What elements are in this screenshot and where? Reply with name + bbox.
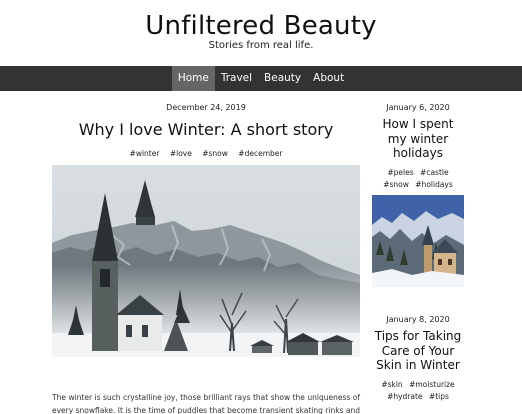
- nav-item-home[interactable]: Home: [171, 66, 215, 91]
- sidebar-post-title[interactable]: Tips for Taking Care of Your Skin in Win…: [372, 329, 464, 373]
- nav-item-about[interactable]: About: [307, 66, 350, 91]
- sidebar-post-date: January 8, 2020: [386, 315, 450, 324]
- sidebar-tag[interactable]: #snow: [383, 179, 409, 191]
- sidebar-tag[interactable]: #hydrate: [387, 391, 422, 403]
- sidebar-post-tags: #peles #castle #snow #holidays: [372, 167, 464, 191]
- post-title[interactable]: Why I love Winter: A short story: [52, 120, 360, 139]
- sidebar-tag[interactable]: #skin: [381, 379, 402, 391]
- site-tagline: Stories from real life.: [208, 40, 314, 51]
- castle-thumbnail[interactable]: [372, 194, 464, 287]
- post-excerpt: The winter is such crystalline joy, thos…: [52, 393, 360, 414]
- main-navbar: Home Travel Beauty About: [0, 66, 522, 91]
- sidebar: January 6, 2020 How I spent my winter ho…: [372, 91, 464, 414]
- nav-item-travel[interactable]: Travel: [215, 66, 258, 91]
- sidebar-tag[interactable]: #moisturize: [409, 379, 455, 391]
- post-tag[interactable]: #winter: [130, 149, 160, 158]
- winter-church-illustration: [52, 165, 360, 357]
- sidebar-post-holidays: January 6, 2020 How I spent my winter ho…: [372, 103, 464, 287]
- sidebar-tag[interactable]: #castle: [420, 167, 449, 179]
- sidebar-tag[interactable]: #tips: [429, 391, 449, 403]
- sidebar-post-skin: January 8, 2020 Tips for Taking Care of …: [372, 315, 464, 403]
- main-post: December 24, 2019 Why I love Winter: A s…: [52, 91, 360, 414]
- castle-illustration: [372, 194, 464, 287]
- sidebar-post-date: January 6, 2020: [386, 103, 450, 112]
- nav-item-beauty[interactable]: Beauty: [258, 66, 307, 91]
- winter-church-image[interactable]: [52, 165, 360, 357]
- post-tag[interactable]: #love: [170, 149, 192, 158]
- sidebar-post-title[interactable]: How I spent my winter holidays: [372, 117, 464, 161]
- site-title[interactable]: Unfiltered Beauty: [0, 11, 522, 41]
- post-tag[interactable]: #snow: [202, 149, 228, 158]
- post-tag[interactable]: #december: [238, 149, 282, 158]
- site-header: Unfiltered Beauty Stories from real life…: [0, 0, 522, 66]
- sidebar-post-tags: #skin #moisturize #hydrate #tips: [372, 379, 464, 403]
- sidebar-tag[interactable]: #holidays: [415, 179, 453, 191]
- post-tags: #winter #love #snow #december: [52, 149, 360, 158]
- sidebar-tag[interactable]: #peles: [387, 167, 413, 179]
- post-date: December 24, 2019: [166, 103, 246, 112]
